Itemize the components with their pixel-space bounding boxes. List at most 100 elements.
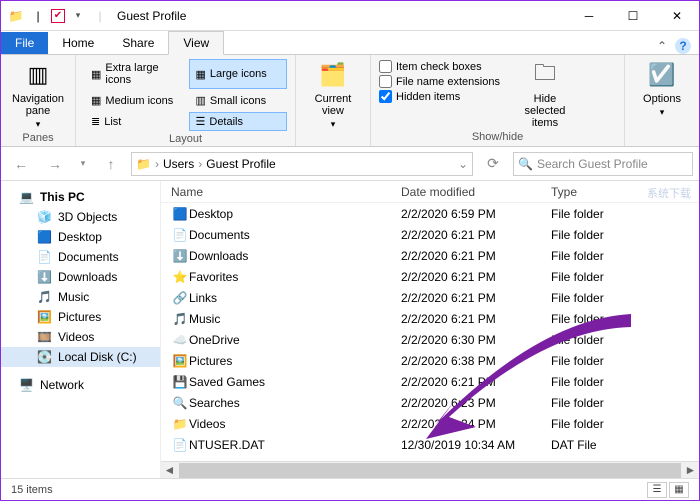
file-type: File folder bbox=[551, 333, 699, 347]
file-type: File folder bbox=[551, 249, 699, 263]
file-row[interactable]: ☁️OneDrive2/2/2020 6:30 PMFile folder bbox=[161, 329, 699, 350]
file-row[interactable]: ⭐Favorites2/2/2020 6:21 PMFile folder bbox=[161, 266, 699, 287]
maximize-button[interactable]: ☐ bbox=[611, 1, 655, 31]
back-button[interactable]: ← bbox=[7, 152, 35, 176]
column-date[interactable]: Date modified bbox=[401, 185, 551, 199]
tab-home[interactable]: Home bbox=[48, 32, 108, 54]
file-icon: ☁️ bbox=[171, 333, 189, 347]
scroll-left-icon[interactable]: ◄ bbox=[161, 463, 178, 477]
search-icon: 🔍 bbox=[518, 157, 533, 171]
layout-extra-large[interactable]: ▦Extra large icons bbox=[84, 59, 183, 89]
file-row[interactable]: 📄NTUSER.DAT12/30/2019 10:34 AMDAT File bbox=[161, 434, 699, 455]
column-name[interactable]: Name bbox=[161, 185, 401, 199]
column-headers[interactable]: Name Date modified Type bbox=[161, 181, 699, 203]
ribbon-group-label-options bbox=[633, 128, 691, 144]
breadcrumb[interactable]: 📁 › Users › Guest Profile ⌄ bbox=[131, 152, 473, 176]
refresh-button[interactable]: ⟳ bbox=[479, 152, 507, 176]
ribbon-tabs: File Home Share View ⌃ ? bbox=[1, 31, 699, 55]
current-view-button[interactable]: 🗂️ Current view ▾ bbox=[304, 59, 362, 130]
view-thumbnails-button[interactable]: ▦ bbox=[669, 482, 689, 498]
nav-desktop[interactable]: 🟦Desktop bbox=[1, 227, 160, 247]
layout-details[interactable]: ☰Details bbox=[189, 112, 288, 131]
file-date: 2/2/2020 6:59 PM bbox=[401, 207, 551, 221]
file-row[interactable]: 📄Documents2/2/2020 6:21 PMFile folder bbox=[161, 224, 699, 245]
hide-selected-button[interactable]: 🗀 Hide selected items bbox=[516, 59, 574, 129]
qat-divider: | bbox=[91, 7, 109, 25]
file-type: File folder bbox=[551, 207, 699, 221]
file-icon: 🎵 bbox=[171, 312, 189, 326]
layout-small[interactable]: ▥Small icons bbox=[189, 91, 288, 110]
file-row[interactable]: 🖼️Pictures2/2/2020 6:38 PMFile folder bbox=[161, 350, 699, 371]
close-button[interactable]: ✕ bbox=[655, 1, 699, 31]
file-name: Saved Games bbox=[189, 375, 401, 389]
file-date: 2/2/2020 6:30 PM bbox=[401, 333, 551, 347]
downloads-icon: ⬇️ bbox=[37, 270, 52, 284]
up-button[interactable]: ↑ bbox=[97, 152, 125, 176]
scroll-right-icon[interactable]: ► bbox=[682, 463, 699, 477]
tab-file[interactable]: File bbox=[1, 32, 48, 54]
file-date: 2/2/2020 6:21 PM bbox=[401, 312, 551, 326]
file-type: File folder bbox=[551, 312, 699, 326]
nav-network[interactable]: 🖥️Network bbox=[1, 375, 160, 395]
nav-pictures[interactable]: 🖼️Pictures bbox=[1, 307, 160, 327]
file-type: File folder bbox=[551, 396, 699, 410]
address-bar: ← → ▾ ↑ 📁 › Users › Guest Profile ⌄ ⟳ 🔍 … bbox=[1, 147, 699, 181]
nav-local-disk[interactable]: 💽Local Disk (C:) bbox=[1, 347, 160, 367]
checkbox-item-check-boxes[interactable]: Item check boxes bbox=[379, 59, 500, 74]
file-row[interactable]: 🎵Music2/2/2020 6:21 PMFile folder bbox=[161, 308, 699, 329]
layout-list[interactable]: ≣List bbox=[84, 112, 183, 131]
file-row[interactable]: 📁Videos2/2/2020 6:24 PMFile folder bbox=[161, 413, 699, 434]
file-row[interactable]: 🟦Desktop2/2/2020 6:59 PMFile folder bbox=[161, 203, 699, 224]
file-name: Links bbox=[189, 291, 401, 305]
nav-this-pc[interactable]: 💻This PC bbox=[1, 187, 160, 207]
minimize-button[interactable]: ─ bbox=[567, 1, 611, 31]
file-icon: 📄 bbox=[171, 438, 189, 452]
chevron-right-icon[interactable]: › bbox=[155, 157, 159, 171]
file-name: Desktop bbox=[189, 207, 401, 221]
navigation-pane-button[interactable]: ▥ Navigation pane ▾ bbox=[9, 59, 67, 130]
options-button[interactable]: ☑️ Options ▾ bbox=[633, 59, 691, 118]
disk-icon: 💽 bbox=[37, 350, 52, 364]
file-type: File folder bbox=[551, 291, 699, 305]
layout-large[interactable]: ▦Large icons bbox=[189, 59, 288, 89]
ribbon: ▥ Navigation pane ▾ Panes ▦Extra large i… bbox=[1, 55, 699, 147]
file-name: NTUSER.DAT bbox=[189, 438, 401, 452]
nav-music[interactable]: 🎵Music bbox=[1, 287, 160, 307]
nav-downloads[interactable]: ⬇️Downloads bbox=[1, 267, 160, 287]
file-row[interactable]: 💾Saved Games2/2/2020 6:21 PMFile folder bbox=[161, 371, 699, 392]
breadcrumb-seg-guest-profile[interactable]: Guest Profile bbox=[206, 157, 275, 171]
chevron-down-icon: ▾ bbox=[36, 119, 41, 130]
horizontal-scrollbar[interactable]: ◄ ► bbox=[161, 461, 699, 478]
qat-checkbox-icon[interactable]: ✔ bbox=[51, 9, 65, 23]
view-details-button[interactable]: ☰ bbox=[647, 482, 667, 498]
ribbon-collapse-icon[interactable]: ⌃ bbox=[657, 39, 667, 53]
chevron-right-icon[interactable]: › bbox=[198, 157, 202, 171]
recent-locations-button[interactable]: ▾ bbox=[75, 152, 91, 176]
file-type: File folder bbox=[551, 270, 699, 284]
ribbon-group-layout: ▦Extra large icons ▦Large icons ▦Medium … bbox=[76, 55, 296, 146]
status-bar: 15 items ☰ ▦ bbox=[1, 478, 699, 500]
checkbox-file-extensions[interactable]: File name extensions bbox=[379, 74, 500, 89]
file-row[interactable]: ⬇️Downloads2/2/2020 6:21 PMFile folder bbox=[161, 245, 699, 266]
file-date: 12/30/2019 10:34 AM bbox=[401, 438, 551, 452]
ribbon-group-options: ☑️ Options ▾ bbox=[625, 55, 699, 146]
nav-documents[interactable]: 📄Documents bbox=[1, 247, 160, 267]
scroll-thumb[interactable] bbox=[179, 463, 681, 478]
file-row[interactable]: 🔗Links2/2/2020 6:21 PMFile folder bbox=[161, 287, 699, 308]
file-name: Favorites bbox=[189, 270, 401, 284]
qat-dropdown-icon[interactable]: ▾ bbox=[69, 7, 87, 25]
search-box[interactable]: 🔍 Search Guest Profile bbox=[513, 152, 693, 176]
ribbon-group-label-currentview bbox=[304, 130, 362, 146]
tab-share[interactable]: Share bbox=[108, 32, 168, 54]
breadcrumb-dropdown-icon[interactable]: ⌄ bbox=[458, 157, 468, 171]
file-date: 2/2/2020 6:21 PM bbox=[401, 270, 551, 284]
layout-medium[interactable]: ▦Medium icons bbox=[84, 91, 183, 110]
nav-videos[interactable]: 🎞️Videos bbox=[1, 327, 160, 347]
tab-view[interactable]: View bbox=[168, 31, 224, 55]
checkbox-hidden-items[interactable]: Hidden items bbox=[379, 89, 500, 104]
help-icon[interactable]: ? bbox=[675, 38, 691, 54]
forward-button[interactable]: → bbox=[41, 152, 69, 176]
file-row[interactable]: 🔍Searches2/2/2020 6:23 PMFile folder bbox=[161, 392, 699, 413]
nav-3d-objects[interactable]: 🧊3D Objects bbox=[1, 207, 160, 227]
breadcrumb-seg-users[interactable]: Users bbox=[163, 157, 194, 171]
